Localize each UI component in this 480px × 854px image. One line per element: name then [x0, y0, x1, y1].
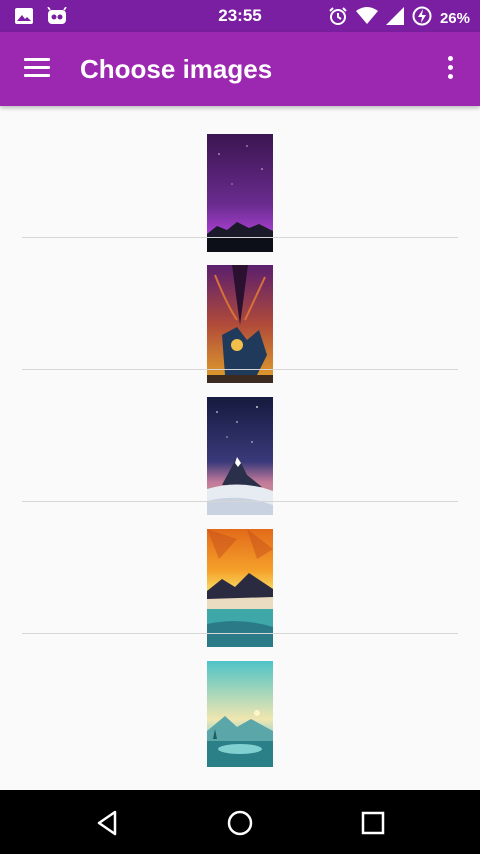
recents-square-icon[interactable] [358, 808, 388, 838]
image-thumbnail-psychedelic-forest-figures[interactable] [207, 265, 273, 383]
list-item[interactable] [0, 634, 480, 767]
menu-icon[interactable] [24, 58, 50, 80]
list-item[interactable] [0, 370, 480, 515]
image-thumbnail-teal-lake-morning[interactable] [207, 661, 273, 767]
cell-signal-icon [385, 7, 404, 30]
app-bar: Choose images [0, 32, 480, 106]
home-circle-icon[interactable] [225, 808, 255, 838]
page-title: Choose images [80, 54, 273, 84]
image-thumbnail-matterhorn-starry-night[interactable] [207, 397, 273, 515]
list-item[interactable] [0, 106, 480, 252]
alarm-icon [328, 6, 348, 31]
battery-charging-icon [412, 6, 432, 31]
list-item[interactable] [0, 502, 480, 647]
image-list [0, 106, 480, 790]
wifi-icon [355, 7, 378, 30]
navigation-bar [0, 790, 480, 854]
back-triangle-icon[interactable] [93, 808, 123, 838]
battery-percent: 26% [439, 10, 470, 27]
list-item[interactable] [0, 238, 480, 383]
image-thumbnail-sunset-low-poly-lake[interactable] [207, 529, 273, 647]
more-vert-icon[interactable] [440, 56, 460, 84]
status-bar: 23:55 26% [0, 0, 480, 32]
image-thumbnail-purple-night-mountains[interactable] [207, 134, 273, 252]
